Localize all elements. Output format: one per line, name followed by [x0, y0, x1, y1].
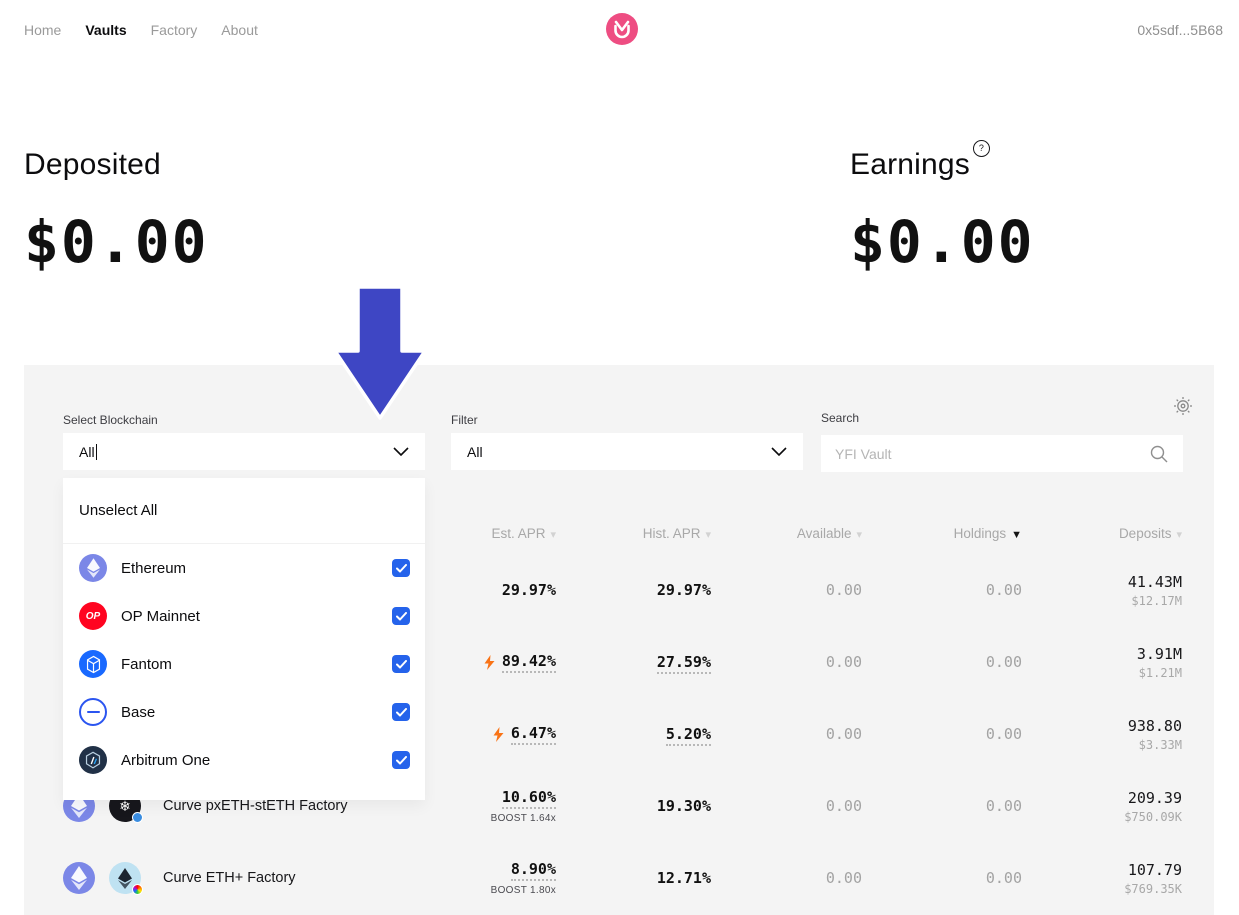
sort-caret-icon: ▾ — [1176, 529, 1182, 541]
vault-name: Curve pxETH-stETH Factory — [163, 798, 348, 814]
token-sub-badge-icon — [132, 812, 143, 823]
deposited-value: $0.00 — [24, 208, 209, 276]
earnings-stat: Earnings? $0.00 — [850, 148, 1035, 276]
wallet-address[interactable]: 0x5sdf...5B68 — [1137, 22, 1223, 38]
boost-bolt-icon — [484, 655, 495, 670]
earnings-value: $0.00 — [850, 208, 1035, 276]
search-label: Search — [821, 411, 859, 425]
header-available[interactable]: Available▾ — [711, 526, 862, 541]
blockchain-select[interactable]: All — [63, 433, 425, 470]
table-row[interactable]: Curve ETH+ Factory 8.90%BOOST 1.80x 12.7… — [63, 842, 1182, 914]
boost-bolt-icon — [493, 727, 504, 742]
help-icon[interactable]: ? — [973, 140, 990, 157]
yearn-logo-icon[interactable] — [606, 13, 638, 45]
fantom-icon — [79, 650, 107, 678]
earnings-label: Earnings? — [850, 148, 1035, 182]
nav-about[interactable]: About — [221, 22, 258, 38]
chevron-down-icon — [393, 447, 409, 456]
deposited-label: Deposited — [24, 148, 209, 182]
top-nav: Home Vaults Factory About 0x5sdf...5B68 — [0, 0, 1239, 58]
nav-vaults[interactable]: Vaults — [85, 22, 126, 38]
blockchain-dropdown: Unselect All Ethereum OP OP Mainnet — [63, 478, 425, 800]
chain-checkbox[interactable] — [392, 607, 410, 625]
filter-select[interactable]: All — [451, 433, 803, 470]
search-icon — [1149, 444, 1169, 464]
base-icon — [79, 698, 107, 726]
optimism-icon: OP — [79, 602, 107, 630]
deposited-stat: Deposited $0.00 — [24, 148, 209, 276]
sort-caret-active-icon: ▼ — [1011, 529, 1022, 541]
header-deposits[interactable]: Deposits▾ — [1022, 526, 1182, 541]
header-holdings[interactable]: Holdings▼ — [862, 526, 1022, 541]
chain-option-base[interactable]: Base — [63, 688, 425, 736]
ethereum-chain-icon — [63, 862, 95, 894]
ethereum-icon — [79, 554, 107, 582]
nav-factory[interactable]: Factory — [151, 22, 198, 38]
chain-option-fantom[interactable]: Fantom — [63, 640, 425, 688]
text-cursor — [96, 444, 97, 460]
vaults-panel: Select Blockchain All Filter All Search … — [24, 365, 1214, 915]
search-input[interactable] — [835, 446, 1149, 462]
filter-select-value: All — [467, 444, 483, 460]
chain-checkbox[interactable] — [392, 751, 410, 769]
vault-name: Curve ETH+ Factory — [163, 870, 296, 886]
token-sub-badge-icon — [132, 884, 143, 895]
filter-label: Filter — [451, 413, 478, 427]
chain-option-arbitrum-one[interactable]: Arbitrum One — [63, 736, 425, 784]
eth-plus-token-icon — [109, 862, 141, 894]
header-est-apr[interactable]: Est. APR▾ — [426, 526, 556, 541]
chain-option-ethereum[interactable]: Ethereum — [63, 544, 425, 592]
select-blockchain-label: Select Blockchain — [63, 413, 158, 427]
unselect-all-option[interactable]: Unselect All — [63, 478, 425, 544]
header-hist-apr[interactable]: Hist. APR▾ — [556, 526, 711, 541]
chain-checkbox[interactable] — [392, 703, 410, 721]
chain-option-op-mainnet[interactable]: OP OP Mainnet — [63, 592, 425, 640]
nav-home[interactable]: Home — [24, 22, 61, 38]
arbitrum-icon — [79, 746, 107, 774]
tutorial-arrow-down-icon — [331, 285, 429, 427]
chain-checkbox[interactable] — [392, 559, 410, 577]
boost-label: BOOST 1.80x — [426, 885, 556, 896]
chain-checkbox[interactable] — [392, 655, 410, 673]
blockchain-select-value: All — [79, 444, 95, 460]
boost-label: BOOST 1.64x — [426, 813, 556, 824]
search-field — [821, 435, 1183, 472]
settings-gear-icon[interactable] — [1173, 396, 1193, 416]
chevron-down-icon — [771, 447, 787, 456]
